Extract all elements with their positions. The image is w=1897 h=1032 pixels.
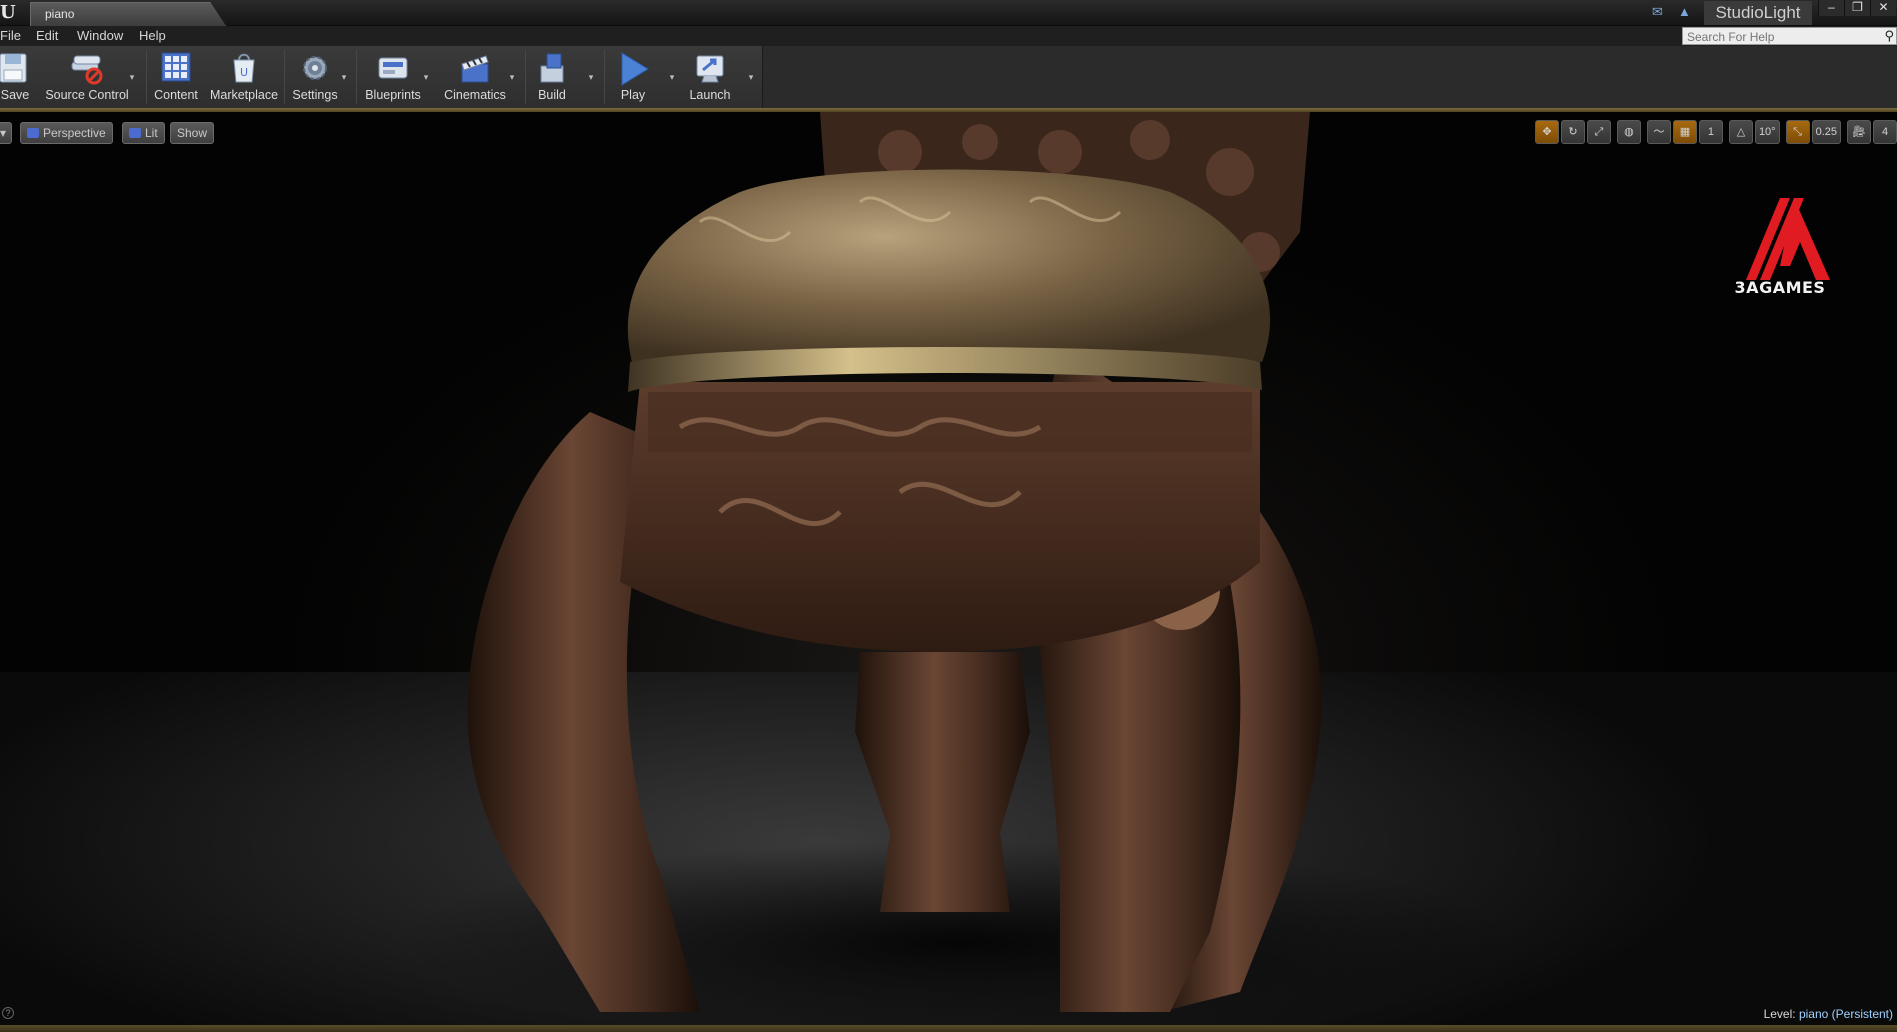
scale-snap-value[interactable]: 0.25 xyxy=(1811,120,1841,144)
toolbar-separator xyxy=(284,50,285,104)
toolbar-separator xyxy=(604,50,605,104)
source-control-icon xyxy=(71,55,103,85)
build-icon xyxy=(540,53,564,83)
launch-label: Launch xyxy=(689,88,731,102)
source-control-button[interactable]: Source Control xyxy=(44,46,130,108)
carved-stool-model xyxy=(400,112,1520,1025)
save-icon xyxy=(0,53,27,83)
surface-snap-icon[interactable]: 〜 xyxy=(1646,120,1671,144)
toolbar-empty-area xyxy=(763,46,1897,108)
toolbar-separator xyxy=(525,50,526,104)
minimize-button[interactable]: – xyxy=(1818,0,1844,16)
blueprints-icon xyxy=(378,57,408,79)
blueprints-button[interactable]: Blueprints xyxy=(362,46,424,108)
rotation-snap-icon[interactable]: △ xyxy=(1728,120,1753,144)
viewport-transform-toolbar: ✥ ↻ ⤢ ◍ 〜 ▦ 1 △ 10° ⤡ 0.25 🎥︎ 4 xyxy=(1534,120,1897,144)
marketplace-label: Marketplace xyxy=(209,88,279,102)
level-label: Level: xyxy=(1763,1007,1796,1021)
build-button[interactable]: Build xyxy=(530,46,574,108)
camera-speed-value[interactable]: 4 xyxy=(1873,120,1897,144)
title-icons: ✉ ▲ xyxy=(1652,5,1694,19)
brand-logo-text: 3AGAMES xyxy=(1734,278,1826,297)
settings-dropdown-icon[interactable]: ▾ xyxy=(339,72,349,82)
menu-bar: File Edit Window Help xyxy=(0,26,1897,46)
help-search[interactable]: ⚲ xyxy=(1682,27,1897,45)
content-button[interactable]: Content xyxy=(150,46,202,108)
settings-label: Settings xyxy=(292,88,338,102)
settings-button[interactable]: Settings xyxy=(288,46,342,108)
toolbar-separator xyxy=(146,50,147,104)
play-button[interactable]: Play xyxy=(608,46,658,108)
viewport-options-button[interactable]: ▾ xyxy=(0,122,12,144)
title-bar: U piano ✉ ▲ StudioLight – ❐ ✕ xyxy=(0,0,1897,26)
show-button[interactable]: Show xyxy=(170,122,215,144)
menu-help[interactable]: Help xyxy=(139,28,166,43)
source-control-dropdown-icon[interactable]: ▾ xyxy=(127,72,137,82)
blueprints-label: Blueprints xyxy=(365,88,421,102)
learn-icon[interactable]: ▲ xyxy=(1678,5,1694,19)
marketplace-icon: U xyxy=(233,53,255,83)
camera-icon xyxy=(27,128,39,138)
unreal-logo-icon[interactable]: U xyxy=(0,2,16,24)
view-mode-button[interactable]: Lit xyxy=(122,122,165,144)
rotation-snap-value[interactable]: 10° xyxy=(1754,120,1780,144)
menu-edit[interactable]: Edit xyxy=(36,28,58,43)
level-name: piano (Persistent) xyxy=(1798,1007,1893,1021)
lit-label: Lit xyxy=(145,126,158,140)
play-dropdown-icon[interactable]: ▾ xyxy=(667,72,677,82)
save-label: Save xyxy=(0,88,30,102)
maximize-button[interactable]: ❐ xyxy=(1844,0,1870,16)
help-icon[interactable]: ? xyxy=(2,1007,14,1019)
show-label: Show xyxy=(177,126,208,140)
viewport-bottom-border xyxy=(0,1025,1897,1032)
cinematics-button[interactable]: Cinematics xyxy=(440,46,510,108)
menu-file[interactable]: File xyxy=(0,28,21,43)
level-info: Level: piano (Persistent) xyxy=(1764,1007,1893,1021)
search-icon[interactable]: ⚲ xyxy=(1884,28,1894,44)
content-label: Content xyxy=(154,88,198,102)
cinematics-icon xyxy=(461,55,489,83)
menu-window[interactable]: Window xyxy=(77,28,123,43)
chat-icon[interactable]: ✉ xyxy=(1652,5,1668,19)
document-tab-label: piano xyxy=(45,7,75,21)
grid-snap-value[interactable]: 1 xyxy=(1698,120,1723,144)
perspective-label: Perspective xyxy=(43,126,106,140)
document-tab[interactable]: piano xyxy=(30,2,226,26)
build-dropdown-icon[interactable]: ▾ xyxy=(586,72,596,82)
project-name: StudioLight xyxy=(1704,1,1812,25)
camera-speed-icon[interactable]: 🎥︎ xyxy=(1847,120,1871,144)
launch-icon xyxy=(696,55,724,83)
lit-sphere-icon xyxy=(129,128,141,138)
help-search-input[interactable] xyxy=(1683,29,1873,45)
play-icon xyxy=(621,52,649,86)
content-icon xyxy=(161,52,191,82)
rotate-icon[interactable]: ↻ xyxy=(1560,120,1585,144)
translate-icon[interactable]: ✥ xyxy=(1534,120,1559,144)
toolbar-separator xyxy=(356,50,357,104)
settings-icon xyxy=(303,56,327,80)
launch-button[interactable]: Launch xyxy=(685,46,735,108)
source-control-label: Source Control xyxy=(45,88,129,102)
save-button[interactable]: Save xyxy=(0,46,30,108)
cinematics-label: Cinematics xyxy=(444,88,506,102)
close-button[interactable]: ✕ xyxy=(1870,0,1896,16)
svg-text:U: U xyxy=(240,66,248,79)
scale-icon[interactable]: ⤢ xyxy=(1586,120,1611,144)
cinematics-dropdown-icon[interactable]: ▾ xyxy=(507,72,517,82)
main-toolbar: Save Source Control ▾ Content U Marketpl… xyxy=(0,46,763,108)
perspective-button[interactable]: Perspective xyxy=(20,122,113,144)
grid-snap-icon[interactable]: ▦ xyxy=(1672,120,1697,144)
marketplace-button[interactable]: U Marketplace xyxy=(208,46,280,108)
world-local-icon[interactable]: ◍ xyxy=(1616,120,1641,144)
launch-dropdown-icon[interactable]: ▾ xyxy=(746,72,756,82)
scale-snap-icon[interactable]: ⤡ xyxy=(1785,120,1810,144)
blueprints-dropdown-icon[interactable]: ▾ xyxy=(421,72,431,82)
build-label: Build xyxy=(538,88,566,102)
level-viewport[interactable]: ▾ Perspective Lit Show ✥ ↻ ⤢ ◍ 〜 ▦ 1 △ 1… xyxy=(0,112,1897,1025)
play-label: Play xyxy=(620,88,646,102)
